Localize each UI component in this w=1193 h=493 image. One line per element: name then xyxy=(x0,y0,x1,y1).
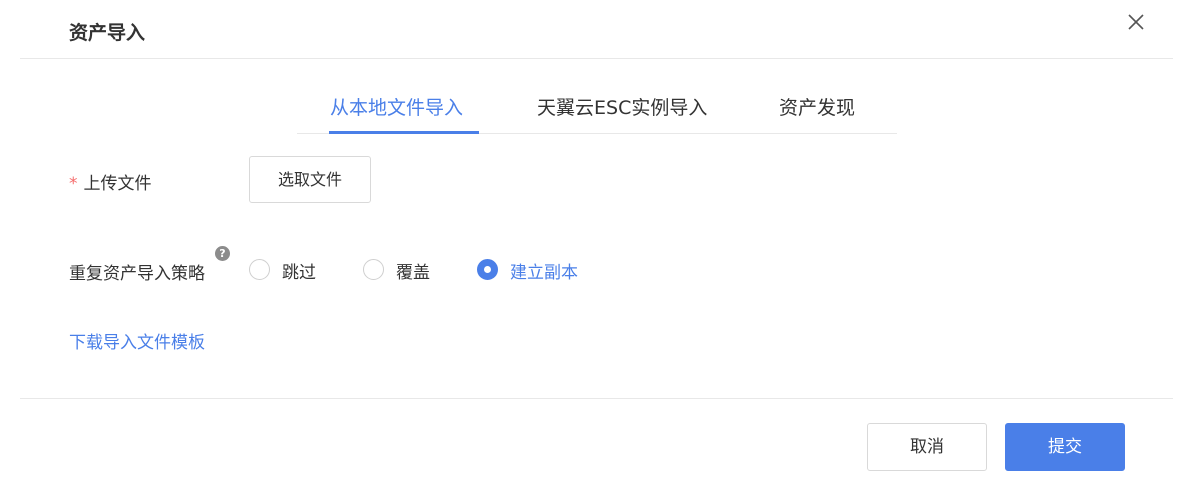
footer-divider xyxy=(20,398,1173,399)
radio-overwrite-label[interactable]: 覆盖 xyxy=(396,258,430,283)
active-tab-indicator xyxy=(329,131,479,134)
radio-overwrite-circle[interactable] xyxy=(363,259,384,280)
cancel-button[interactable]: 取消 xyxy=(867,423,987,471)
tab-ctyun-ecs[interactable]: 天翼云ESC实例导入 xyxy=(537,93,707,120)
tab-local-file[interactable]: 从本地文件导入 xyxy=(330,93,463,120)
close-icon[interactable] xyxy=(1125,11,1147,33)
asset-import-dialog: 资产导入 从本地文件导入 天翼云ESC实例导入 资产发现 * 上传文件 选取文件 … xyxy=(0,0,1193,493)
import-method-tabs: 从本地文件导入 天翼云ESC实例导入 资产发现 xyxy=(297,84,897,134)
radio-create-copy-label[interactable]: 建立副本 xyxy=(510,258,578,283)
tab-asset-discovery[interactable]: 资产发现 xyxy=(779,93,855,120)
radio-skip-label[interactable]: 跳过 xyxy=(282,258,316,283)
radio-skip-circle[interactable] xyxy=(249,259,270,280)
header-divider xyxy=(20,58,1173,59)
upload-file-label-text: 上传文件 xyxy=(83,174,152,194)
dialog-title: 资产导入 xyxy=(69,22,146,44)
upload-file-label: * 上传文件 xyxy=(69,169,152,194)
radio-create-copy-circle[interactable] xyxy=(477,259,498,280)
select-file-button[interactable]: 选取文件 xyxy=(249,156,371,203)
duplicate-strategy-label: 重复资产导入策略 xyxy=(69,264,205,284)
required-mark: * xyxy=(69,174,78,194)
download-template-link[interactable]: 下载导入文件模板 xyxy=(69,328,205,353)
submit-button[interactable]: 提交 xyxy=(1005,423,1125,471)
question-circle-icon[interactable]: ? xyxy=(215,246,230,261)
